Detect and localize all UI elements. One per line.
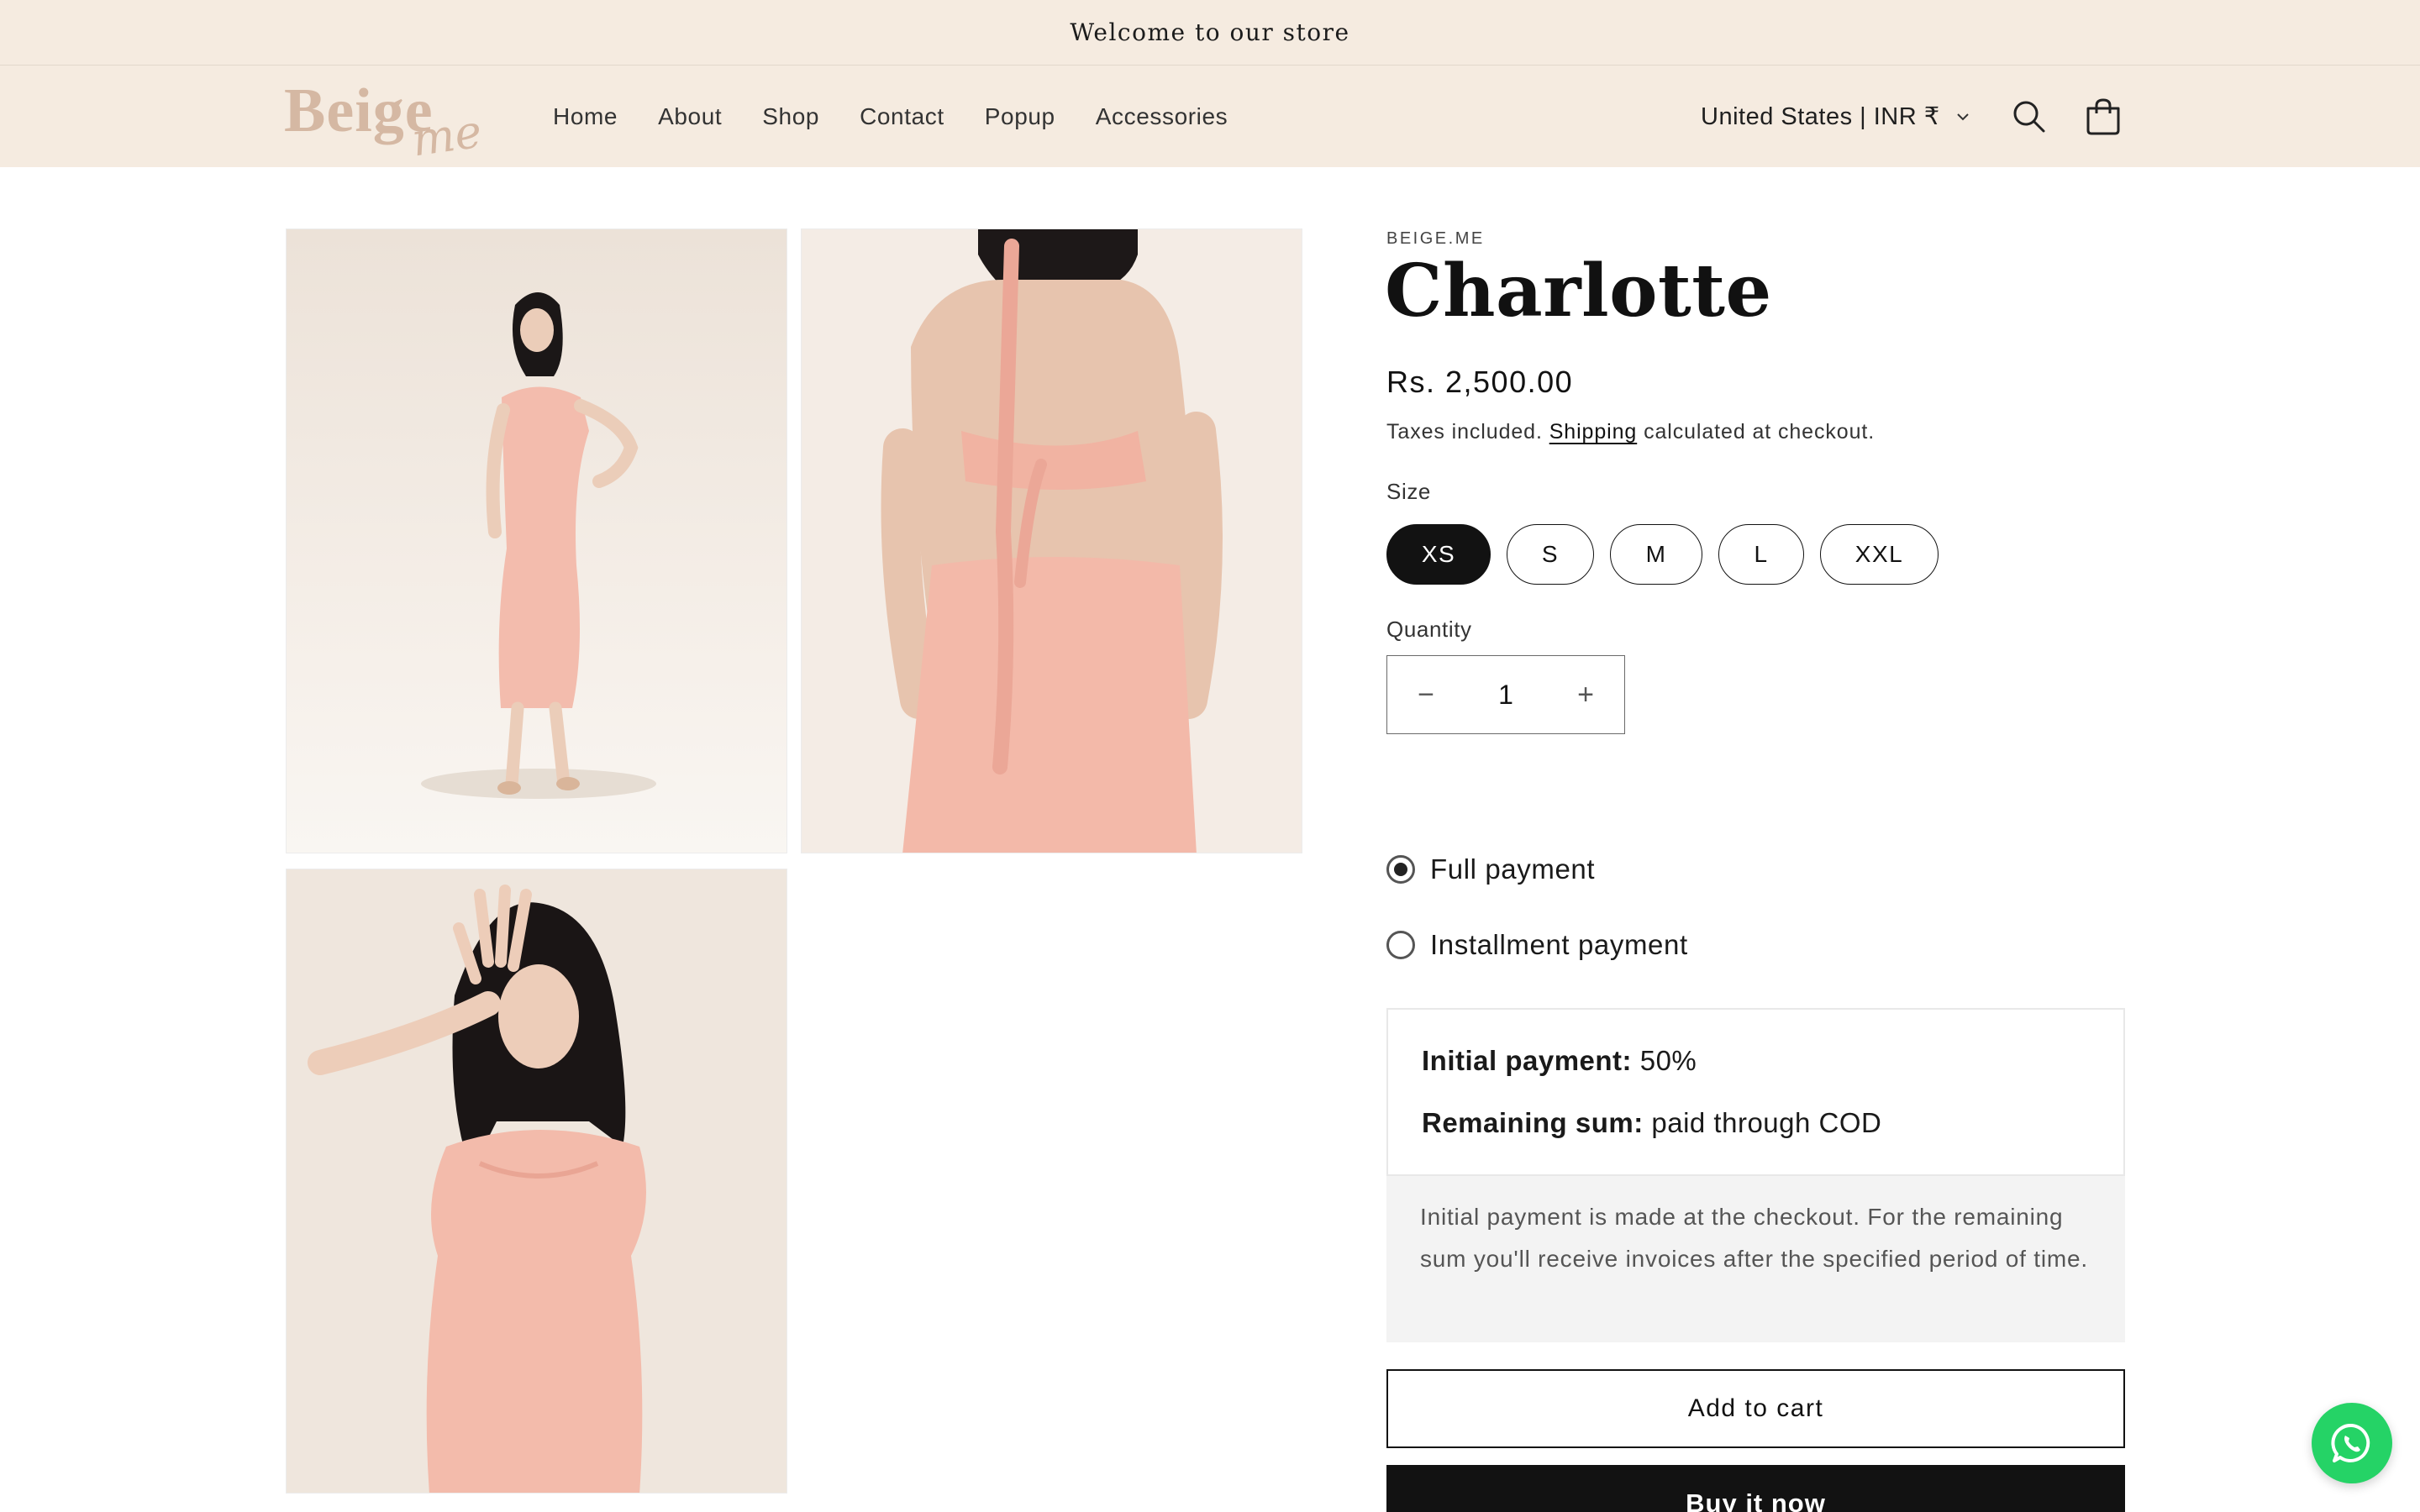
tax-shipping-note: Taxes included. Shipping calculated at c… — [1386, 420, 1875, 444]
product-vendor: BEIGE.ME — [1386, 229, 1485, 248]
payment-option-installment[interactable]: Installment payment — [1386, 929, 1688, 961]
nav-item-home[interactable]: Home — [553, 103, 618, 130]
size-option-s[interactable]: S — [1507, 524, 1594, 585]
product-photo-front[interactable] — [286, 228, 787, 853]
radio-button[interactable] — [1386, 855, 1415, 884]
product-price: Rs. 2,500.00 — [1386, 365, 1574, 399]
installment-note-text: Initial payment is made at the checkout.… — [1420, 1204, 2088, 1272]
nav-item-shop[interactable]: Shop — [762, 103, 819, 130]
logo-text-script: me — [408, 104, 486, 167]
announcement-text: Welcome to our store — [1070, 18, 1350, 46]
size-label: Size — [1386, 479, 1431, 504]
nav-item-accessories[interactable]: Accessories — [1096, 103, 1228, 130]
main-nav: Home About Shop Contact Popup Accessorie… — [553, 66, 1268, 167]
quantity-decrease-button[interactable]: − — [1387, 655, 1465, 734]
site-header: Beige me Home About Shop Contact Popup A… — [0, 66, 2420, 167]
initial-payment-value: 50% — [1639, 1045, 1697, 1076]
size-option-xxl[interactable]: XXL — [1820, 524, 1939, 585]
shipping-policy-link[interactable]: Shipping — [1549, 420, 1638, 444]
initial-payment-line: Initial payment: 50% — [1422, 1045, 1697, 1077]
search-icon[interactable] — [2008, 96, 2050, 138]
payment-option-label: Full payment — [1430, 853, 1596, 885]
payment-option-label: Installment payment — [1430, 929, 1688, 960]
installment-note: Initial payment is made at the checkout.… — [1386, 1176, 2125, 1342]
locale-label: United States | INR ₹ — [1701, 103, 1940, 130]
whatsapp-chat-button[interactable] — [2312, 1403, 2392, 1483]
taxes-prefix: Taxes included. — [1386, 420, 1543, 444]
taxes-suffix: calculated at checkout. — [1644, 420, 1876, 444]
remaining-sum-label: Remaining sum: — [1422, 1107, 1644, 1138]
quantity-stepper: − 1 + — [1386, 655, 1625, 734]
size-selector: XS S M L XXL — [1386, 524, 1954, 585]
size-option-m[interactable]: M — [1610, 524, 1702, 585]
quantity-increase-button[interactable]: + — [1547, 655, 1624, 734]
remaining-sum-value: paid through COD — [1651, 1107, 1882, 1138]
store-logo[interactable]: Beige me — [284, 71, 494, 166]
buy-now-label: Buy it now — [1686, 1488, 1826, 1512]
product-photo-back[interactable] — [801, 228, 1302, 853]
product-photo-detail[interactable] — [286, 869, 787, 1494]
quantity-label: Quantity — [1386, 617, 1472, 642]
radio-button[interactable] — [1386, 931, 1415, 959]
country-currency-selector[interactable]: United States | INR ₹ — [1701, 66, 1970, 167]
nav-item-about[interactable]: About — [658, 103, 722, 130]
size-option-xs[interactable]: XS — [1386, 524, 1491, 585]
whatsapp-icon — [2331, 1423, 2370, 1462]
buy-now-button[interactable]: Buy it now — [1386, 1465, 2125, 1512]
announcement-bar: Welcome to our store — [0, 0, 2420, 66]
nav-item-contact[interactable]: Contact — [860, 103, 944, 130]
nav-item-popup[interactable]: Popup — [985, 103, 1055, 130]
add-to-cart-button[interactable]: Add to cart — [1386, 1369, 2125, 1448]
payment-option-full[interactable]: Full payment — [1386, 853, 1595, 885]
cart-icon[interactable] — [2082, 96, 2124, 138]
initial-payment-label: Initial payment: — [1422, 1045, 1633, 1076]
remaining-sum-line: Remaining sum: paid through COD — [1422, 1107, 1881, 1139]
installment-summary: Initial payment: 50% Remaining sum: paid… — [1386, 1008, 2125, 1176]
product-title: Charlotte — [1385, 249, 1772, 333]
size-option-l[interactable]: L — [1718, 524, 1804, 585]
quantity-input[interactable]: 1 — [1465, 680, 1547, 711]
chevron-down-icon — [1956, 113, 1969, 120]
